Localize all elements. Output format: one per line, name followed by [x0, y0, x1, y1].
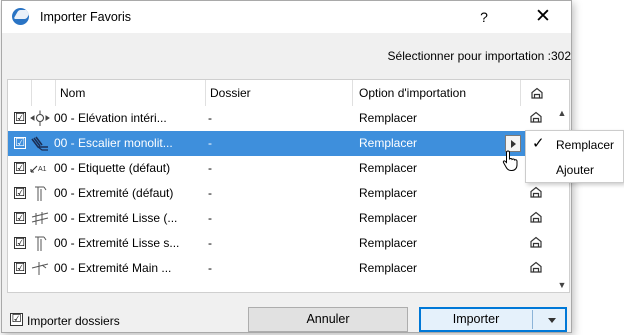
- table-row[interactable]: ☑ 00 - Extremité Lisse (... - Remplacer: [8, 206, 553, 231]
- header-icon-col: [32, 80, 56, 106]
- row-name: 00 - Extremité (défaut): [54, 186, 174, 200]
- row-checkbox[interactable]: ☑: [14, 162, 26, 174]
- row-checkbox[interactable]: ☑: [14, 187, 26, 199]
- header-lock-col[interactable]: [521, 80, 553, 106]
- table-row[interactable]: ☑ 00 - Extremité (défaut) - Remplacer: [8, 181, 553, 206]
- row-folder: -: [208, 111, 212, 125]
- table-row[interactable]: ☑ 00 - Extremité Main ... - Remplacer: [8, 256, 553, 281]
- close-button[interactable]: ✕: [530, 6, 556, 28]
- row-name: 00 - Extremité Main ...: [54, 261, 172, 275]
- row-folder: -: [208, 211, 212, 225]
- row-option[interactable]: Remplacer: [359, 236, 417, 250]
- table-row-selected[interactable]: ☑ 00 - Escalier monolit... - Remplacer: [8, 131, 553, 156]
- archicad-logo-icon: [12, 8, 29, 25]
- lock-icon: [530, 211, 542, 223]
- row-name: 00 - Extremité Lisse s...: [54, 236, 180, 250]
- header-option[interactable]: Option d'importation: [353, 80, 521, 106]
- split-divider: [532, 310, 533, 329]
- favorites-list[interactable]: Nom Dossier Option d'importation ☑ 00 - …: [7, 79, 570, 293]
- lock-icon: [530, 236, 542, 248]
- row-name: 00 - Etiquette (défaut): [54, 161, 171, 175]
- import-split-button[interactable]: Importer: [419, 307, 567, 332]
- row-folder: -: [208, 136, 212, 150]
- row-option[interactable]: Remplacer: [359, 136, 417, 150]
- table-row[interactable]: ☑ A1 00 - Etiquette (défaut) - Remplacer: [8, 156, 553, 181]
- import-favorites-dialog: Importer Favoris ? ✕ Sélectionner pour i…: [1, 0, 572, 333]
- dropdown-arrow-icon[interactable]: [548, 318, 556, 323]
- row-option[interactable]: Remplacer: [359, 261, 417, 275]
- scroll-down-icon[interactable]: ▼: [557, 280, 567, 290]
- row-folder: -: [208, 261, 212, 275]
- row-checkbox[interactable]: ☑: [14, 112, 26, 124]
- list-header: Nom Dossier Option d'importation: [8, 80, 569, 106]
- row-folder: -: [208, 161, 212, 175]
- row-option[interactable]: Remplacer: [359, 161, 417, 175]
- window-title: Importer Favoris: [40, 10, 131, 24]
- lock-icon: [530, 111, 542, 123]
- header-check-col: [8, 80, 32, 106]
- lock-icon: [531, 87, 543, 99]
- title-bar: Importer Favoris ? ✕: [2, 1, 571, 33]
- checkmark-icon: ✓: [532, 135, 545, 152]
- railing-end-icon: [35, 236, 47, 251]
- import-folders-label: Importer dossiers: [27, 314, 120, 328]
- row-checkbox[interactable]: ☑: [14, 262, 26, 274]
- mouse-cursor-icon: [502, 150, 518, 171]
- row-checkbox[interactable]: ☑: [14, 137, 26, 149]
- selection-count: Sélectionner pour importation :302: [387, 49, 571, 63]
- row-checkbox[interactable]: ☑: [14, 212, 26, 224]
- help-button[interactable]: ?: [472, 7, 496, 27]
- row-name: 00 - Elévation intéri...: [54, 111, 167, 125]
- row-checkbox[interactable]: ☑: [14, 237, 26, 249]
- menu-item-label: Ajouter: [556, 163, 595, 177]
- lock-icon: [530, 186, 542, 198]
- rail-icon: [31, 212, 49, 225]
- table-row[interactable]: ☑ 00 - Extremité Lisse s... - Remplacer: [8, 231, 553, 256]
- table-row[interactable]: ☑ 00 - Elévation intéri... - Remplacer: [8, 106, 553, 131]
- label-icon: A1: [30, 165, 47, 173]
- scroll-up-icon[interactable]: ▲: [557, 108, 567, 118]
- row-option[interactable]: Remplacer: [359, 186, 417, 200]
- row-folder: -: [208, 236, 212, 250]
- row-folder: -: [208, 186, 212, 200]
- header-name[interactable]: Nom: [56, 80, 206, 106]
- svg-text:A1: A1: [38, 166, 47, 173]
- cancel-button[interactable]: Annuler: [248, 307, 408, 332]
- stair-icon: [31, 136, 48, 151]
- row-option[interactable]: Remplacer: [359, 211, 417, 225]
- row-name: 00 - Escalier monolit...: [54, 136, 173, 150]
- row-option[interactable]: Remplacer: [359, 111, 417, 125]
- handrail-icon: [31, 262, 49, 275]
- import-button-label[interactable]: Importer: [420, 308, 532, 331]
- import-folders-check[interactable]: ☑: [10, 313, 23, 326]
- menu-item-label: Remplacer: [556, 138, 615, 152]
- menu-item-add[interactable]: Ajouter: [526, 157, 623, 183]
- row-name: 00 - Extremité Lisse (...: [54, 211, 178, 225]
- menu-item-replace[interactable]: ✓ Remplacer: [526, 132, 623, 158]
- header-folder[interactable]: Dossier: [206, 80, 353, 106]
- import-option-menu: ✓ Remplacer Ajouter: [525, 130, 624, 183]
- elevation-icon: [30, 110, 50, 126]
- lock-icon: [530, 261, 542, 273]
- railing-end-icon: [35, 186, 47, 201]
